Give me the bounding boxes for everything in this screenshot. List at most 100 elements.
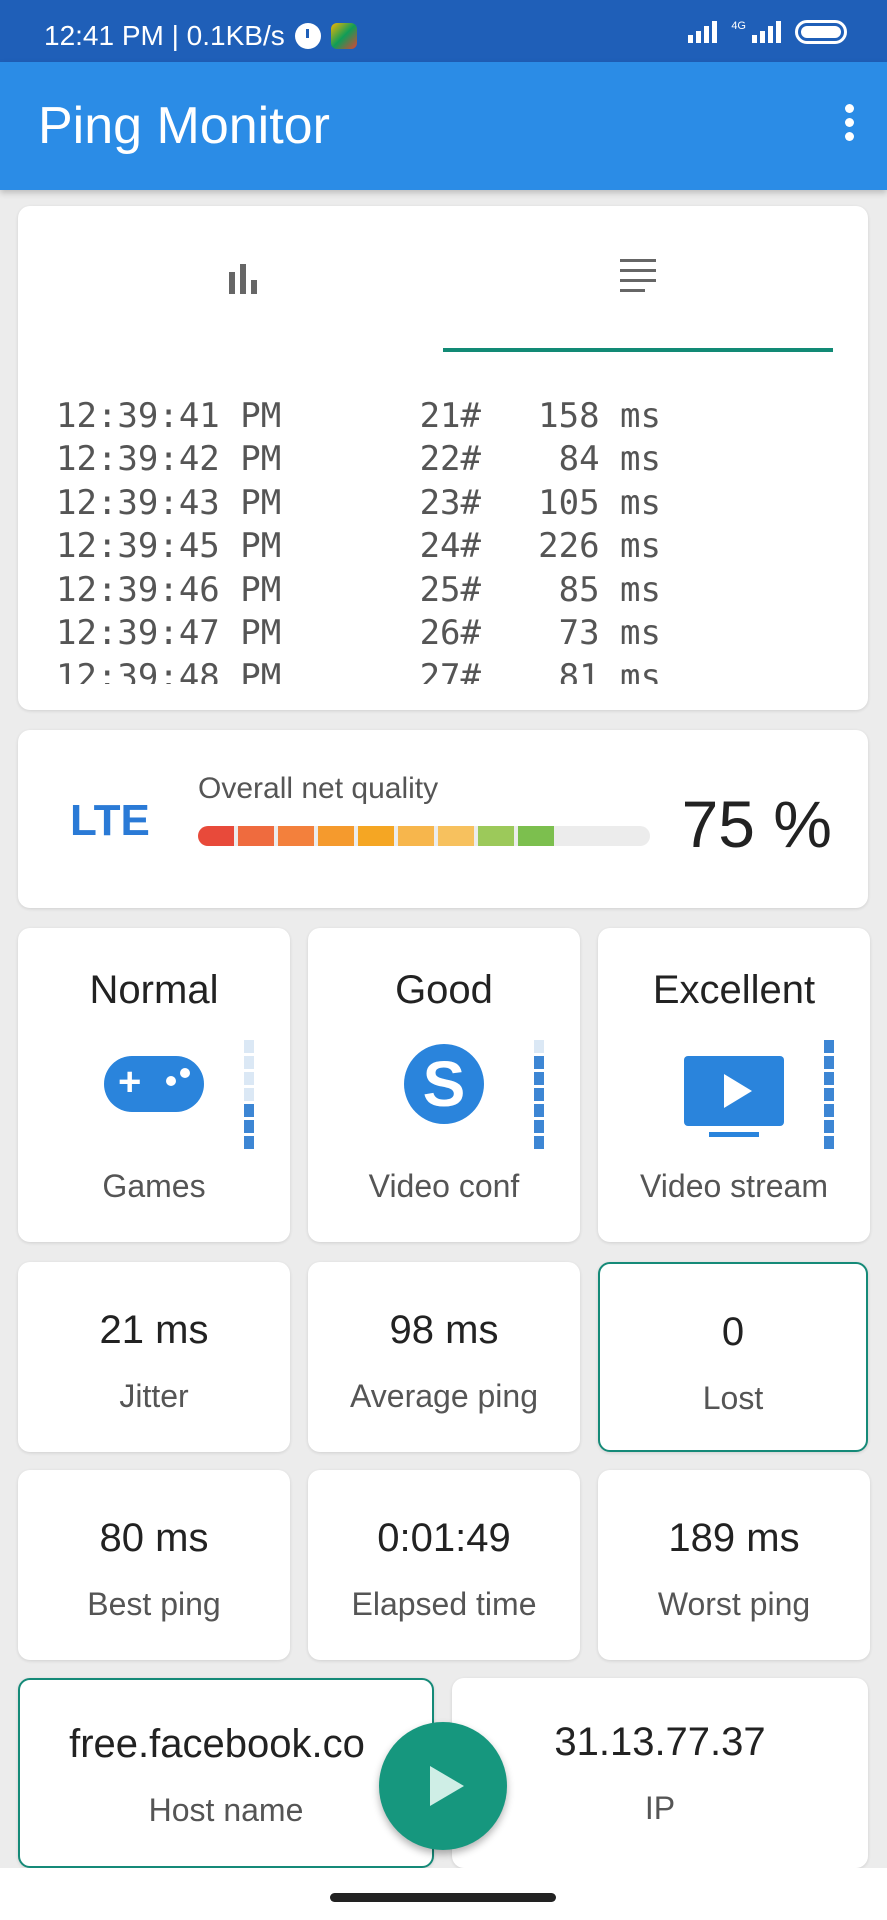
meter-segment bbox=[824, 1040, 834, 1053]
lost-card[interactable]: 0 Lost bbox=[598, 1262, 868, 1452]
quality-meter bbox=[534, 1040, 544, 1150]
host-name-value: free.facebook.co bbox=[69, 1722, 365, 1766]
elapsed-time-label: Elapsed time bbox=[351, 1586, 537, 1622]
lost-value: 0 bbox=[721, 1310, 745, 1354]
worst-ping-value: 189 ms bbox=[668, 1516, 800, 1560]
log-row: 12:39:43 PM 23# 105 ms bbox=[56, 481, 756, 525]
meter-segment bbox=[244, 1136, 254, 1149]
best-ping-value: 80 ms bbox=[99, 1516, 209, 1560]
log-ms: 73 ms bbox=[558, 613, 661, 654]
home-indicator[interactable] bbox=[330, 1893, 556, 1902]
log-ms: 158 ms bbox=[538, 395, 661, 436]
log-row: 12:39:48 PM 27# 81 ms bbox=[56, 655, 756, 684]
meter-segment bbox=[824, 1120, 834, 1133]
log-ms: 81 ms bbox=[558, 656, 661, 684]
meter-segment bbox=[824, 1056, 834, 1069]
start-ping-button[interactable] bbox=[379, 1722, 507, 1850]
best-ping-label: Best ping bbox=[87, 1586, 221, 1622]
meter-segment bbox=[534, 1104, 544, 1117]
category-video-conf-card: Good S Video conf bbox=[308, 928, 580, 1242]
meter-segment bbox=[534, 1040, 544, 1053]
quality-segment bbox=[518, 826, 554, 846]
log-row: 12:39:42 PM 22# 84 ms bbox=[56, 438, 756, 482]
log-ms: 226 ms bbox=[538, 526, 661, 567]
quality-segment bbox=[198, 826, 234, 846]
log-num: 25# bbox=[419, 569, 481, 610]
app-notification-icon bbox=[330, 23, 357, 49]
quality-meter bbox=[824, 1040, 834, 1150]
meter-segment bbox=[534, 1088, 544, 1101]
tab-log[interactable] bbox=[443, 206, 833, 351]
category-label: Video conf bbox=[368, 1168, 520, 1204]
host-name-card[interactable]: free.facebook.co Host name bbox=[18, 1678, 434, 1868]
category-games-card: Normal Games bbox=[18, 928, 290, 1242]
lost-label: Lost bbox=[702, 1380, 764, 1416]
quality-segment bbox=[238, 826, 274, 846]
elapsed-time-card: 0:01:49 Elapsed time bbox=[308, 1470, 580, 1660]
worst-ping-label: Worst ping bbox=[657, 1586, 811, 1622]
category-rating: Good bbox=[395, 968, 493, 1012]
meter-segment bbox=[244, 1120, 254, 1133]
quality-segment bbox=[278, 826, 314, 846]
status-bar: 12:41 PM | 0.1KB/s 4G bbox=[0, 0, 887, 62]
quality-segment bbox=[358, 826, 394, 846]
meter-segment bbox=[824, 1072, 834, 1085]
meter-segment bbox=[824, 1104, 834, 1117]
meter-segment bbox=[534, 1056, 544, 1069]
meter-segment bbox=[824, 1088, 834, 1101]
network-type-label: 4G bbox=[731, 20, 746, 32]
category-label: Video stream bbox=[640, 1168, 828, 1204]
category-rating: Excellent bbox=[652, 968, 816, 1012]
log-num: 24# bbox=[419, 526, 481, 567]
list-icon bbox=[620, 258, 656, 299]
ip-card: 31.13.77.37 IP bbox=[452, 1678, 868, 1868]
jitter-card: 21 ms Jitter bbox=[18, 1262, 290, 1452]
app-title: Ping Monitor bbox=[38, 97, 330, 155]
ping-log-list[interactable]: 12:39:41 PM 21# 158 ms 12:39:42 PM 22# 84 ms 1… bbox=[56, 394, 756, 684]
log-time: 12:39:48 PM bbox=[56, 656, 282, 684]
average-ping-value: 98 ms bbox=[389, 1308, 499, 1352]
app-bar: Ping Monitor bbox=[0, 62, 887, 190]
meter-segment bbox=[244, 1088, 254, 1101]
log-ms: 105 ms bbox=[538, 482, 661, 523]
meter-segment bbox=[244, 1104, 254, 1117]
log-row: 12:39:47 PM 26# 73 ms bbox=[56, 612, 756, 656]
category-rating: Normal bbox=[89, 968, 219, 1012]
log-time: 12:39:47 PM bbox=[56, 613, 282, 654]
log-time: 12:39:43 PM bbox=[56, 482, 282, 523]
alarm-icon bbox=[294, 23, 321, 49]
log-time: 12:39:45 PM bbox=[56, 526, 282, 567]
tab-chart[interactable] bbox=[48, 206, 438, 351]
log-num: 26# bbox=[419, 613, 481, 654]
quality-card: LTE Overall net quality 75 % bbox=[18, 730, 868, 908]
quality-meter bbox=[244, 1040, 254, 1150]
log-card: 12:39:41 PM 21# 158 ms 12:39:42 PM 22# 84 ms 1… bbox=[18, 206, 868, 710]
quality-value: 75 % bbox=[681, 787, 832, 861]
more-options-icon[interactable] bbox=[839, 104, 859, 148]
ip-value: 31.13.77.37 bbox=[554, 1720, 766, 1764]
meter-segment bbox=[534, 1120, 544, 1133]
gamepad-icon bbox=[104, 1056, 204, 1112]
network-type-badge: LTE bbox=[70, 796, 150, 845]
bar-chart-icon bbox=[229, 263, 257, 294]
mobile-signal-icon bbox=[752, 21, 781, 43]
elapsed-time-value: 0:01:49 bbox=[377, 1516, 511, 1560]
worst-ping-card: 189 ms Worst ping bbox=[598, 1470, 870, 1660]
signal-icon bbox=[688, 21, 718, 43]
play-icon bbox=[430, 1766, 464, 1806]
status-right: 4G bbox=[688, 20, 847, 44]
average-ping-label: Average ping bbox=[350, 1378, 538, 1414]
category-label: Games bbox=[102, 1168, 206, 1204]
log-row: 12:39:45 PM 24# 226 ms bbox=[56, 525, 756, 569]
log-time: 12:39:42 PM bbox=[56, 439, 282, 480]
skype-icon: S bbox=[404, 1044, 484, 1124]
log-num: 27# bbox=[419, 656, 481, 684]
host-name-label: Host name bbox=[148, 1792, 304, 1828]
meter-segment bbox=[824, 1136, 834, 1149]
battery-icon bbox=[795, 20, 847, 44]
log-num: 23# bbox=[419, 482, 481, 523]
meter-segment bbox=[534, 1136, 544, 1149]
jitter-label: Jitter bbox=[119, 1378, 189, 1414]
log-num: 21# bbox=[419, 395, 481, 436]
status-time-speed: 12:41 PM | 0.1KB/s bbox=[44, 20, 285, 51]
